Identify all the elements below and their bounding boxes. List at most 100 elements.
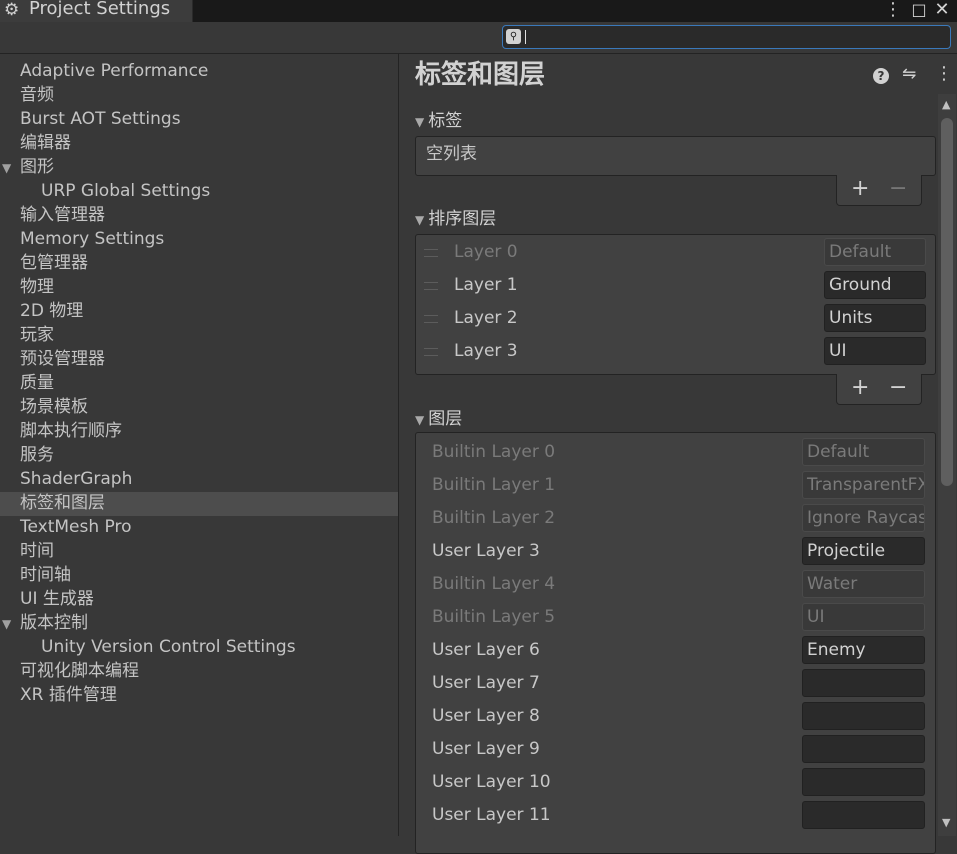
sidebar-item[interactable]: ▼ 版本控制 xyxy=(0,612,398,636)
sidebar-item[interactable]: 预设管理器 xyxy=(0,348,398,372)
layer-label: User Layer 9 xyxy=(432,739,540,759)
tags-add-remove: + − xyxy=(836,175,922,206)
sidebar-item-label: 服务 xyxy=(20,445,54,465)
sidebar-item[interactable]: 脚本执行顺序 xyxy=(0,420,398,444)
sidebar-item[interactable]: 时间 xyxy=(0,540,398,564)
sidebar-item[interactable]: 场景模板 xyxy=(0,396,398,420)
scroll-down-icon[interactable]: ▼ xyxy=(942,816,950,829)
sidebar-item-label: 包管理器 xyxy=(20,253,88,273)
sorting-layer-name-field: Default xyxy=(824,238,926,266)
sidebar-item[interactable]: 编辑器 xyxy=(0,132,398,156)
close-icon[interactable]: ✕ xyxy=(932,0,952,20)
sorting-layers-section-header[interactable]: ▼ 排序图层 xyxy=(415,207,496,231)
sorting-layer-name-field[interactable]: Units xyxy=(824,304,926,332)
expand-triangle-icon[interactable]: ▼ xyxy=(2,612,11,636)
drag-handle-icon[interactable] xyxy=(424,315,438,323)
layer-name-field[interactable] xyxy=(802,702,925,730)
main-panel: 标签和图层 ? ⇋ ⋮ ▼ 标签 空列表 + − ▼ 排序图层 Layer 0 Def… xyxy=(399,54,957,854)
search-box[interactable]: ⚲ xyxy=(502,25,951,49)
page-title: 标签和图层 xyxy=(415,60,546,90)
layer-name-field[interactable] xyxy=(802,768,925,796)
sidebar-item[interactable]: 包管理器 xyxy=(0,252,398,276)
sidebar-item-label: 脚本执行顺序 xyxy=(20,421,122,441)
tags-header-label: 标签 xyxy=(428,111,463,131)
sidebar-item[interactable]: 服务 xyxy=(0,444,398,468)
sidebar-item-label: 输入管理器 xyxy=(20,205,105,225)
sorting-layer-name-field[interactable]: Ground xyxy=(824,271,926,299)
sidebar-item[interactable]: TextMesh Pro xyxy=(0,516,398,540)
sidebar-item[interactable]: 2D 物理 xyxy=(0,300,398,324)
add-sorting-layer-button[interactable]: + xyxy=(851,375,869,401)
sidebar-item-label: Memory Settings xyxy=(20,229,165,249)
layer-name-field[interactable] xyxy=(802,669,925,697)
layer-label: User Layer 6 xyxy=(432,640,540,660)
sidebar-item[interactable]: ShaderGraph xyxy=(0,468,398,492)
sorting-layer-label: Layer 0 xyxy=(454,242,518,262)
sorting-layer-name-field[interactable]: UI xyxy=(824,337,926,365)
layer-label: Builtin Layer 0 xyxy=(432,442,556,462)
layer-name-field[interactable]: Enemy xyxy=(802,636,925,664)
sidebar-item[interactable]: ▼ 图形 xyxy=(0,156,398,180)
layer-label: User Layer 8 xyxy=(432,706,540,726)
collapse-triangle-icon: ▼ xyxy=(415,413,425,427)
remove-tag-button[interactable]: − xyxy=(889,176,907,202)
maximize-icon[interactable]: □ xyxy=(910,0,928,20)
drag-handle-icon[interactable] xyxy=(424,282,438,290)
layer-label: Builtin Layer 4 xyxy=(432,574,556,594)
sidebar-item-label: Unity Version Control Settings xyxy=(41,637,296,657)
sidebar-item[interactable]: 质量 xyxy=(0,372,398,396)
empty-list-text: 空列表 xyxy=(426,144,477,164)
sorting-layer-label: Layer 1 xyxy=(454,275,518,295)
sidebar-item[interactable]: Burst AOT Settings xyxy=(0,108,398,132)
sidebar-item-label: 编辑器 xyxy=(20,133,71,153)
scroll-up-icon[interactable]: ▲ xyxy=(942,98,950,111)
sidebar-item[interactable]: 可视化脚本编程 xyxy=(0,660,398,684)
layer-name-field[interactable]: Projectile xyxy=(802,537,925,565)
sidebar-item-label: 版本控制 xyxy=(20,613,88,633)
sidebar-item[interactable]: 玩家 xyxy=(0,324,398,348)
drag-handle-icon[interactable] xyxy=(424,348,438,356)
layers-section-header[interactable]: ▼ 图层 xyxy=(415,407,462,431)
sorting-layers-list: Layer 0 Default Layer 1 Ground Layer 2 Units L… xyxy=(415,234,936,375)
search-icon[interactable]: ⚲ xyxy=(506,29,521,44)
sidebar-item[interactable]: UI 生成器 xyxy=(0,588,398,612)
search-input[interactable] xyxy=(525,28,935,46)
sidebar-item[interactable]: 标签和图层 xyxy=(0,492,398,516)
expand-triangle-icon[interactable]: ▼ xyxy=(2,156,11,180)
sidebar-item[interactable]: Memory Settings xyxy=(0,228,398,252)
layers-header-label: 图层 xyxy=(428,409,463,429)
sidebar-item[interactable]: Adaptive Performance xyxy=(0,60,398,84)
vertical-scrollbar[interactable]: ▲ ▼ xyxy=(938,94,956,836)
sidebar-item[interactable]: Unity Version Control Settings xyxy=(0,636,398,660)
window-tab[interactable]: ⚙ Project Settings xyxy=(0,0,193,22)
sorting-layers-add-remove: + − xyxy=(836,374,922,405)
text-caret xyxy=(525,30,526,44)
tags-section-header[interactable]: ▼ 标签 xyxy=(415,109,462,133)
layer-label: User Layer 11 xyxy=(432,805,551,825)
sidebar-item-label: 标签和图层 xyxy=(20,493,105,513)
drag-handle-icon[interactable] xyxy=(424,249,438,257)
preset-icon[interactable]: ⇋ xyxy=(902,64,916,84)
remove-sorting-layer-button[interactable]: − xyxy=(889,375,907,401)
sidebar-item-label: 2D 物理 xyxy=(20,301,84,321)
sidebar-item[interactable]: 音频 xyxy=(0,84,398,108)
layer-name-field[interactable] xyxy=(802,735,925,763)
window-title: Project Settings xyxy=(29,0,171,19)
scrollbar-thumb[interactable] xyxy=(941,118,953,486)
more-options-icon[interactable]: ⋮ xyxy=(935,64,953,84)
layer-label: Builtin Layer 5 xyxy=(432,607,556,627)
sidebar-item[interactable]: 时间轴 xyxy=(0,564,398,588)
sidebar-item-label: XR 插件管理 xyxy=(20,685,117,705)
sidebar-item[interactable]: 物理 xyxy=(0,276,398,300)
sidebar-item-label: TextMesh Pro xyxy=(20,517,132,537)
layer-label: User Layer 3 xyxy=(432,541,540,561)
help-icon[interactable]: ? xyxy=(873,68,889,84)
sidebar-item[interactable]: URP Global Settings xyxy=(0,180,398,204)
add-tag-button[interactable]: + xyxy=(851,176,869,202)
sidebar-item[interactable]: 输入管理器 xyxy=(0,204,398,228)
sidebar-item-label: 玩家 xyxy=(20,325,54,345)
sidebar-item-label: 预设管理器 xyxy=(20,349,105,369)
layer-name-field[interactable] xyxy=(802,801,925,829)
window-menu-icon[interactable]: ⋮ xyxy=(884,0,902,20)
sidebar-item[interactable]: XR 插件管理 xyxy=(0,684,398,708)
